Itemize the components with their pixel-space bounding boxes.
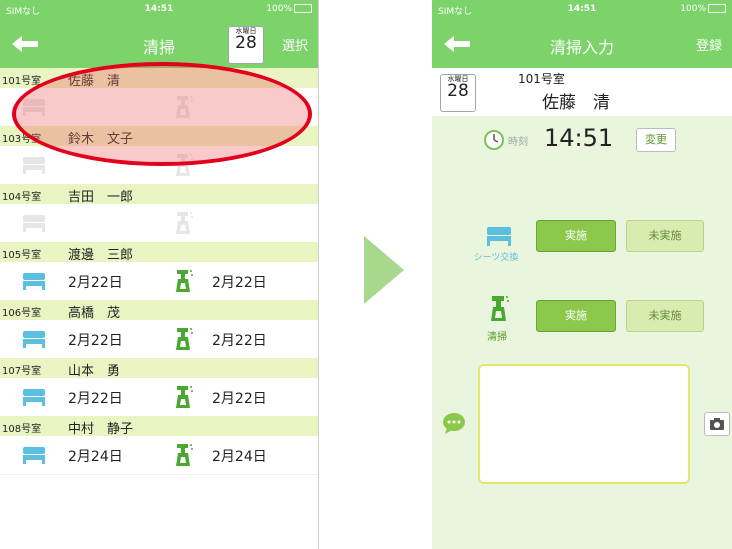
resident-info: 水曜日 28 101号室 佐藤 清 — [432, 68, 732, 117]
room-header: 105号室 渡邊 三郎 — [0, 242, 318, 263]
sheets-date: 2月22日 — [68, 275, 123, 291]
bed-icon — [23, 273, 45, 290]
cleaning-date: 2月22日 — [212, 333, 267, 349]
sheets-done-button[interactable]: 実施 — [536, 220, 616, 252]
time-value: 14:51 — [544, 124, 614, 152]
page-title: 清掃入力 — [549, 38, 614, 57]
cleaning-input-screen: SIMなし 14:51 100% 清掃入力 登録 水曜日 28 101号室 佐藤… — [432, 0, 732, 549]
cleaning-date: 2月24日 — [212, 449, 267, 465]
resident-name: 佐藤 清 — [542, 93, 610, 113]
comment-icon — [443, 413, 465, 434]
battery-icon — [294, 4, 312, 13]
bed-icon — [23, 389, 45, 406]
clock-icon — [484, 130, 504, 150]
room-row[interactable] — [0, 204, 318, 243]
bed-icon — [23, 157, 45, 174]
room-number: 106号室 — [2, 308, 42, 319]
room-header: 108号室 中村 静子 — [0, 416, 318, 437]
room-header: 106号室 高橋 茂 — [0, 300, 318, 321]
sheets-date: 2月22日 — [68, 391, 123, 407]
spray-icon — [176, 386, 193, 408]
spray-icon — [491, 296, 509, 321]
room-number: 104号室 — [2, 192, 42, 203]
day-label: 28 — [447, 81, 469, 101]
room-row[interactable]: 2月22日 2月22日 — [0, 378, 318, 417]
transition-arrow-icon — [364, 236, 404, 304]
resident-name: 吉田 一郎 — [68, 190, 134, 205]
room-number: 107号室 — [2, 366, 42, 377]
highlight-ellipse — [12, 62, 312, 166]
bed-icon — [23, 215, 45, 232]
room-row[interactable]: 2月22日 2月22日 — [0, 262, 318, 301]
cleaning-date: 2月22日 — [212, 391, 267, 407]
bed-icon — [23, 447, 45, 464]
resident-name: 山本 勇 — [68, 364, 121, 379]
status-bar: SIMなし 14:51 100% — [432, 0, 732, 20]
resident-name: 中村 静子 — [68, 422, 134, 437]
room-header: 104号室 吉田 一郎 — [0, 184, 318, 205]
sheets-date: 2月22日 — [68, 333, 123, 349]
sheets-change-label: シーツ交換 — [473, 253, 519, 263]
spray-icon — [176, 328, 193, 350]
room-number: 105号室 — [2, 250, 42, 261]
battery-icon — [708, 4, 726, 13]
room-number: 101号室 — [518, 72, 565, 86]
select-button[interactable]: 選択 — [282, 35, 308, 54]
memo-textarea[interactable] — [478, 364, 690, 484]
time-label: 時刻 — [508, 137, 528, 148]
cleaning-date: 2月22日 — [212, 275, 267, 291]
date-badge: 水曜日 28 — [440, 74, 476, 112]
cleaning-done-button[interactable]: 実施 — [536, 300, 616, 332]
battery-indicator: 100% — [680, 4, 726, 14]
resident-name: 渡邊 三郎 — [68, 248, 134, 263]
navigation-bar: 清掃 選択 — [0, 20, 318, 68]
bed-icon — [23, 331, 45, 348]
date-picker-button[interactable]: 水曜日 28 — [228, 26, 264, 64]
bed-icon — [487, 227, 511, 246]
room-row[interactable]: 2月24日 2月24日 — [0, 436, 318, 475]
room-list-screen: SIMなし 14:51 100% 清掃 選択 水曜日 28 101号室 佐藤 清1… — [0, 0, 319, 549]
camera-button[interactable] — [704, 412, 730, 436]
change-time-button[interactable]: 変更 — [636, 128, 676, 152]
register-button[interactable]: 登録 — [696, 35, 722, 54]
camera-icon — [710, 418, 724, 430]
resident-name: 高橋 茂 — [68, 306, 121, 321]
room-row[interactable]: 2月22日 2月22日 — [0, 320, 318, 359]
spray-icon — [176, 444, 193, 466]
cleaning-label: 清掃 — [487, 332, 507, 343]
battery-indicator: 100% — [266, 4, 312, 14]
status-bar: SIMなし 14:51 100% — [0, 0, 318, 20]
day-label: 28 — [235, 33, 257, 53]
input-form: 時刻 14:51 変更 シーツ交換 実施 未実施 清掃 実施 未実施 — [432, 116, 732, 549]
page-title: 清掃 — [142, 38, 175, 57]
room-number: 108号室 — [2, 424, 42, 435]
sheets-not-done-button[interactable]: 未実施 — [626, 220, 704, 252]
spray-icon — [176, 270, 193, 292]
cleaning-not-done-button[interactable]: 未実施 — [626, 300, 704, 332]
sheets-date: 2月24日 — [68, 449, 123, 465]
spray-icon — [176, 212, 193, 234]
navigation-bar: 清掃入力 登録 — [432, 20, 732, 68]
room-header: 107号室 山本 勇 — [0, 358, 318, 379]
